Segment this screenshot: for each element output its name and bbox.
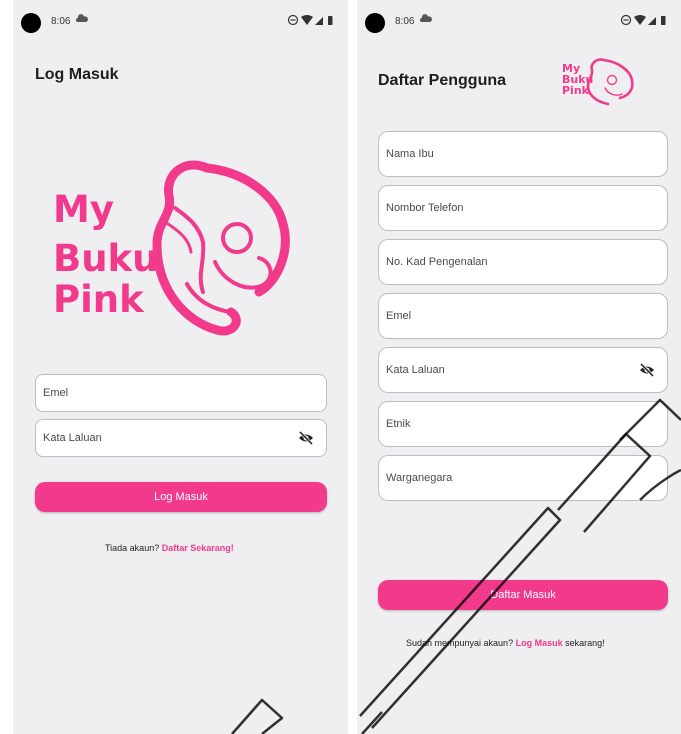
password-field[interactable] (35, 419, 327, 457)
citizenship-field[interactable] (378, 455, 668, 501)
register-prompt: Tiada akaun? Daftar Sekarang! (105, 543, 234, 553)
citizenship-input[interactable] (386, 456, 617, 500)
status-icons (288, 14, 333, 26)
my-buku-pink-logo-small: My Buku Pink (562, 58, 634, 106)
logo-text-line-3: Pink (53, 278, 145, 321)
wifi-icon (634, 15, 646, 25)
login-prompt-suffix: sekarang! (565, 638, 605, 648)
login-prompt-text: Sudah mempunyai akaun? (406, 638, 514, 648)
page-title: Daftar Pengguna (378, 72, 507, 89)
ethnicity-field[interactable] (378, 401, 668, 447)
email-input[interactable] (43, 375, 275, 411)
signal-icon (648, 17, 656, 25)
status-bar: 8:06 (21, 10, 338, 36)
wifi-icon (301, 15, 313, 25)
mother-baby-heart-icon (152, 160, 290, 336)
status-time: 8:06 (51, 16, 71, 27)
eye-off-icon[interactable] (298, 430, 314, 446)
page-title: Log Masuk (35, 66, 119, 83)
login-prompt: Sudah mempunyai akaun? Log Masuk sekaran… (406, 638, 605, 648)
login-screen: 8:06 Log Masuk My Buku Pink Emel Log Mas… (13, 0, 348, 734)
signal-icon (315, 17, 323, 25)
login-link[interactable]: Log Masuk (516, 638, 563, 648)
register-screen: 8:06 Daftar Pengguna My Buku Pink Nama I… (357, 0, 681, 734)
email-input[interactable] (386, 294, 617, 338)
logo-text-line-2: Buku (53, 237, 159, 280)
phone-number-input[interactable] (386, 186, 617, 230)
battery-icon (661, 16, 666, 25)
battery-icon (328, 16, 333, 25)
do-not-disturb-icon (288, 14, 299, 26)
register-button[interactable]: Daftar Masuk (378, 580, 668, 610)
mother-name-field[interactable] (378, 131, 668, 177)
password-field[interactable] (378, 347, 668, 393)
ethnicity-input[interactable] (386, 402, 617, 446)
mother-name-input[interactable] (386, 132, 617, 176)
status-bar: 8:06 (365, 10, 671, 36)
register-now-link[interactable]: Daftar Sekarang! (162, 543, 234, 553)
ic-number-field[interactable] (378, 239, 668, 285)
email-field[interactable] (35, 374, 327, 412)
eye-off-icon[interactable] (639, 362, 655, 378)
logo-text-line-3: Pink (562, 84, 590, 97)
cloud-icon (76, 14, 88, 22)
mother-baby-heart-icon (586, 58, 634, 106)
password-input[interactable] (43, 420, 275, 456)
ic-number-input[interactable] (386, 240, 617, 284)
logo-text-line-1: My (53, 188, 114, 231)
login-button[interactable]: Log Masuk (35, 482, 327, 512)
camera-cutout (365, 13, 385, 33)
screenshot-stage: 8:06 Log Masuk My Buku Pink Emel Log Mas… (0, 0, 681, 734)
phone-number-field[interactable] (378, 185, 668, 231)
email-field[interactable] (378, 293, 668, 339)
register-prompt-text: Tiada akaun? (105, 543, 160, 553)
status-time: 8:06 (395, 16, 415, 27)
do-not-disturb-icon (621, 14, 632, 26)
status-icons (621, 14, 666, 26)
cloud-icon (420, 14, 432, 22)
camera-cutout (21, 13, 41, 33)
password-input[interactable] (386, 348, 617, 392)
my-buku-pink-logo: My Buku Pink (53, 160, 290, 336)
